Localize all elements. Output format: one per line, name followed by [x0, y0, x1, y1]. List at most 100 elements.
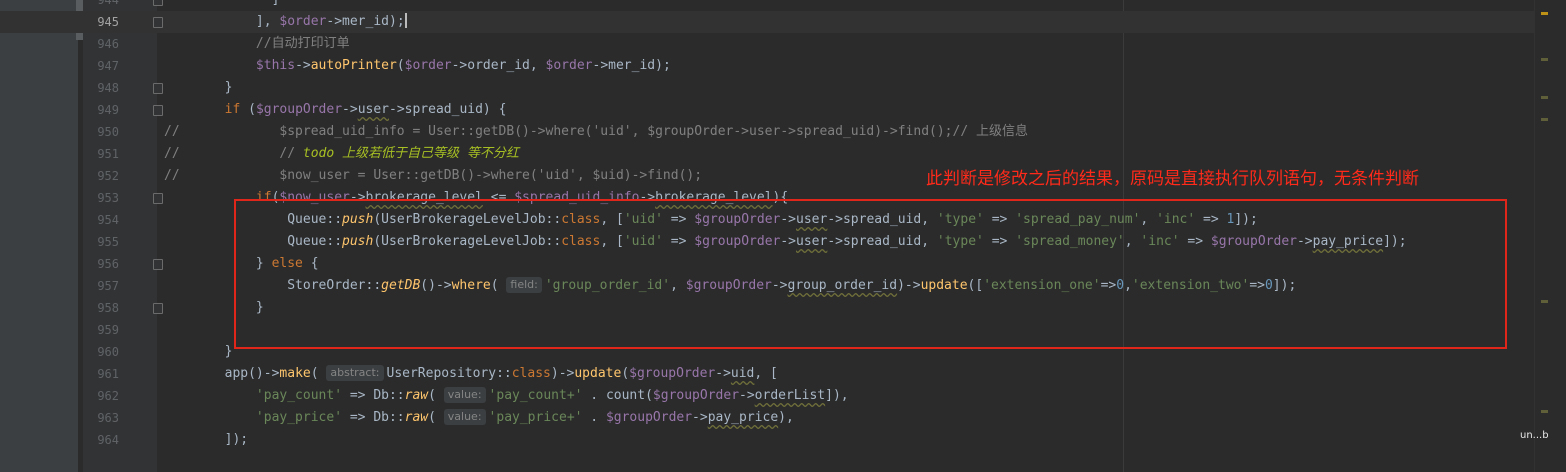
code-text: Queue::push(UserBrokerageLevelJob::class…: [162, 209, 1258, 231]
line-number[interactable]: 964: [83, 429, 119, 451]
code-token: . count(: [582, 388, 653, 403]
parameter-hint: field:: [506, 277, 542, 293]
line-number[interactable]: 952: [83, 165, 119, 187]
code-line[interactable]: 947 $this->autoPrinter($order->order_id,…: [0, 55, 1534, 77]
code-token: user: [796, 234, 828, 249]
line-number[interactable]: 948: [83, 77, 119, 99]
warning-marker[interactable]: [1541, 58, 1548, 61]
code-token: class: [511, 366, 551, 381]
line-number[interactable]: 958: [83, 297, 119, 319]
code-token: 'pay_price': [255, 410, 343, 425]
code-line[interactable]: 944 ]: [0, 0, 1534, 11]
code-token: else: [271, 256, 303, 271]
code-token: (: [621, 366, 630, 381]
code-text: ]);: [162, 429, 248, 451]
code-text: 'pay_price' => Db::raw( value:'pay_price…: [162, 407, 794, 429]
code-line[interactable]: 959: [0, 319, 1534, 341]
code-token: make: [279, 366, 311, 381]
code-token: $groupOrder: [652, 388, 740, 403]
code-token: ]: [272, 0, 280, 7]
code-line[interactable]: 962 'pay_count' => Db::raw( value:'pay_c…: [0, 385, 1534, 407]
code-token: =>: [983, 234, 1016, 249]
code-token: ,: [1124, 234, 1141, 249]
code-text: // todo 上级若低于自己等级 等不分红: [162, 143, 518, 165]
code-token: ->: [771, 278, 788, 293]
line-number[interactable]: 946: [83, 33, 119, 55]
line-number[interactable]: 957: [83, 275, 119, 297]
code-token: =>: [983, 212, 1016, 227]
warning-marker[interactable]: [1541, 300, 1548, 303]
code-token: 'pay_price+': [488, 410, 583, 425]
code-token: $groupOrder: [605, 410, 693, 425]
line-number[interactable]: 956: [83, 253, 119, 275]
code-token: raw: [404, 410, 429, 425]
code-line[interactable]: 960 }: [0, 341, 1534, 363]
code-token: pay_price: [707, 410, 779, 425]
line-number[interactable]: 959: [83, 319, 119, 341]
line-number[interactable]: 953: [83, 187, 119, 209]
code-text: 'pay_count' => Db::raw( value:'pay_count…: [162, 385, 849, 407]
warning-marker[interactable]: [1541, 118, 1548, 121]
code-token: update: [574, 366, 622, 381]
code-line[interactable]: 961 app()->make( abstract: UserRepository…: [0, 363, 1534, 385]
code-line[interactable]: 951 // // todo 上级若低于自己等级 等不分红: [0, 143, 1534, 165]
code-line[interactable]: 956 } else {: [0, 253, 1534, 275]
code-text: $this->autoPrinter($order->order_id, $or…: [162, 55, 671, 77]
code-token: 0: [1264, 278, 1273, 293]
code-line[interactable]: 963 'pay_price' => Db::raw( value:'pay_p…: [0, 407, 1534, 429]
line-number[interactable]: 950: [83, 121, 119, 143]
code-token: }: [255, 256, 272, 271]
line-number[interactable]: 955: [83, 231, 119, 253]
error-stripe[interactable]: [1534, 0, 1566, 472]
code-text: //自动打印订单: [162, 33, 350, 55]
code-line[interactable]: 953 if($now_user->brokerage_level <= $sp…: [0, 187, 1534, 209]
code-token: ]);: [224, 432, 249, 447]
line-number[interactable]: 963: [83, 407, 119, 429]
code-token: user: [357, 102, 389, 117]
code-line[interactable]: 946 //自动打印订单: [0, 33, 1534, 55]
code-token: ->: [349, 190, 366, 205]
code-token: =>: [1179, 234, 1211, 249]
code-token: $this: [255, 58, 296, 73]
code-token: {: [302, 256, 319, 271]
line-number[interactable]: 951: [83, 143, 119, 165]
code-token: if: [255, 190, 272, 205]
code-token: raw: [404, 388, 429, 403]
code-token: where: [451, 278, 491, 293]
code-line[interactable]: 950// $spread_uid_info = User::getDB()->…: [0, 121, 1534, 143]
code-token: ),: [778, 410, 794, 425]
code-token: =>: [1249, 278, 1265, 293]
line-number[interactable]: 949: [83, 99, 119, 121]
code-token: =>: [1195, 212, 1227, 227]
code-token: ->mer_id);: [592, 58, 671, 73]
code-token: , [: [600, 234, 624, 249]
code-line[interactable]: 955 Queue::push(UserBrokerageLevelJob::c…: [0, 231, 1534, 253]
line-number[interactable]: 962: [83, 385, 119, 407]
code-line[interactable]: 945 ], $order->mer_id);: [0, 11, 1534, 33]
warning-marker[interactable]: [1541, 12, 1548, 15]
code-line[interactable]: 948 }: [0, 77, 1534, 99]
line-number[interactable]: 945: [83, 11, 119, 33]
code-token: ,: [670, 278, 686, 293]
warning-marker[interactable]: [1541, 96, 1548, 99]
code-text: }: [162, 341, 233, 363]
code-token: orderList: [754, 388, 826, 403]
code-line[interactable]: 958 }: [0, 297, 1534, 319]
code-token: //自动打印订单: [255, 36, 350, 51]
line-number[interactable]: 947: [83, 55, 119, 77]
code-line[interactable]: 954 Queue::push(UserBrokerageLevelJob::c…: [0, 209, 1534, 231]
line-number[interactable]: 944: [83, 0, 119, 11]
line-number[interactable]: 961: [83, 363, 119, 385]
code-text: if ($groupOrder->user->spread_uid) {: [162, 99, 507, 121]
warning-marker[interactable]: [1541, 410, 1548, 413]
code-line[interactable]: 957 StoreOrder::getDB()->where( field:'g…: [0, 275, 1534, 297]
code-line[interactable]: 964 ]);: [0, 429, 1534, 451]
code-token: $groupOrder: [694, 234, 781, 249]
code-line[interactable]: 949 if ($groupOrder->user->spread_uid) {: [0, 99, 1534, 121]
code-token: ()->: [420, 278, 452, 293]
line-number[interactable]: 960: [83, 341, 119, 363]
line-number[interactable]: 954: [83, 209, 119, 231]
code-text: ]: [162, 0, 280, 11]
code-token: => Db::: [342, 388, 405, 403]
